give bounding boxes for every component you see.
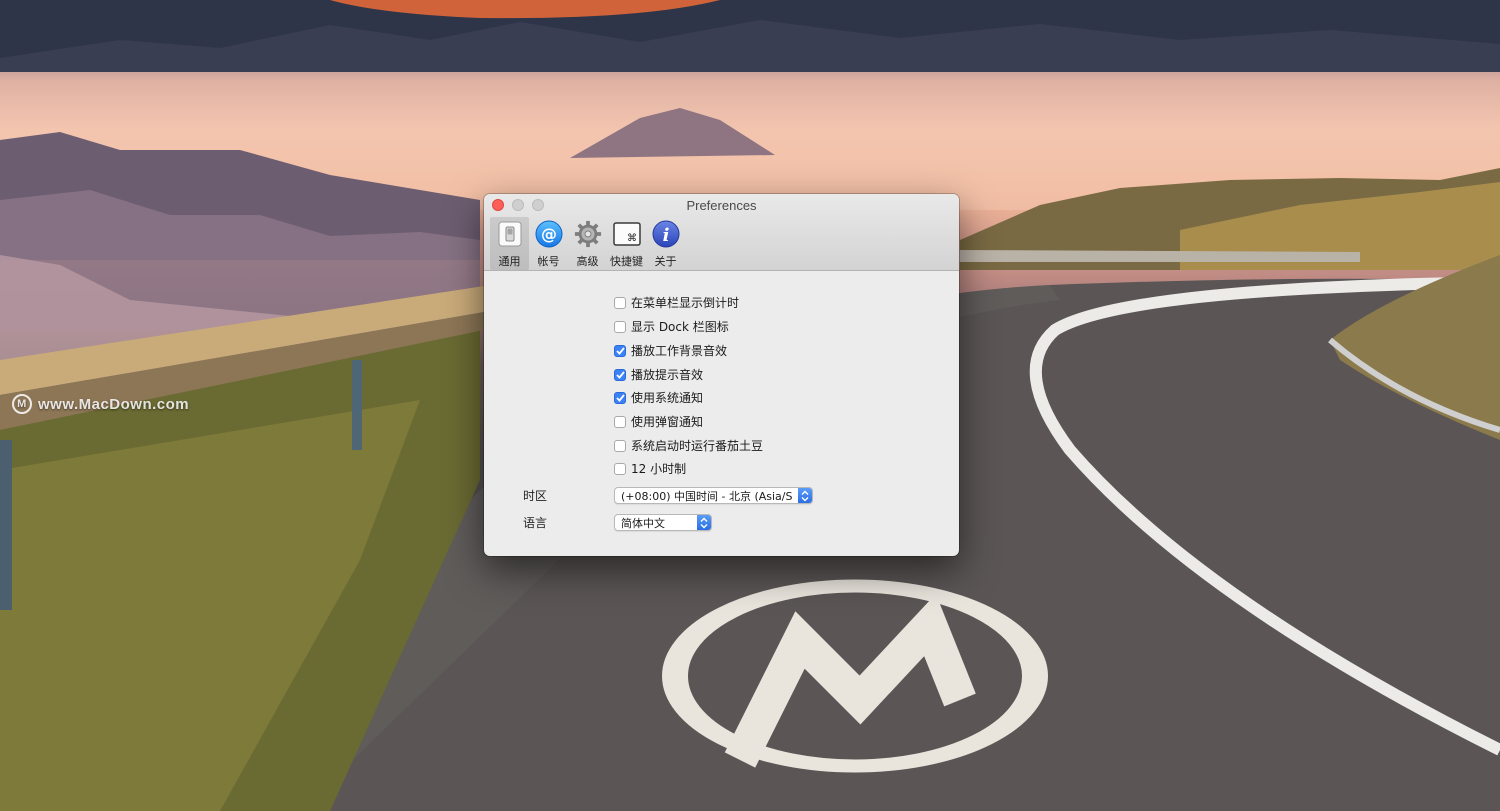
tab-shortcuts-label: 快捷键 <box>610 255 643 268</box>
svg-text:@: @ <box>541 225 557 244</box>
tab-general[interactable]: 通用 <box>490 217 529 270</box>
watermark: M www.MacDown.com <box>12 394 189 414</box>
option-label: 系统启动时运行番茄土豆 <box>631 439 764 453</box>
checkbox-checked[interactable] <box>614 344 626 357</box>
option-play-background-sound[interactable]: 播放工作背景音效 <box>614 342 727 359</box>
option-launch-at-startup[interactable]: 系统启动时运行番茄土豆 <box>614 437 763 454</box>
tab-about[interactable]: i 关于 <box>646 217 685 270</box>
checkbox[interactable] <box>614 320 626 333</box>
option-label: 在菜单栏显示倒计时 <box>631 296 740 310</box>
language-label: 语言 <box>523 516 548 530</box>
updown-arrows-icon <box>798 488 812 503</box>
option-12-hour-clock[interactable]: 12 小时制 <box>614 460 686 477</box>
tab-shortcuts[interactable]: ⌘ 快捷键 <box>607 217 646 270</box>
option-play-alert-sound[interactable]: 播放提示音效 <box>614 366 703 383</box>
checkbox[interactable] <box>614 296 626 309</box>
option-label: 使用系统通知 <box>631 391 704 405</box>
option-show-countdown-in-menubar[interactable]: 在菜单栏显示倒计时 <box>614 294 739 311</box>
at-sign-icon: @ <box>535 220 563 248</box>
option-label: 12 小时制 <box>631 462 687 476</box>
watermark-text: www.MacDown.com <box>38 395 190 413</box>
updown-arrows-icon <box>697 515 711 530</box>
checkbox[interactable] <box>614 415 626 428</box>
tab-about-label: 关于 <box>654 255 677 268</box>
checkbox[interactable] <box>614 462 626 475</box>
option-use-popup-notification[interactable]: 使用弹窗通知 <box>614 413 703 430</box>
desktop-wallpaper: M www.MacDown.com Preferences 通用 @ 帐号 高级… <box>0 0 1500 811</box>
option-label: 播放工作背景音效 <box>631 344 728 358</box>
tab-account-label: 帐号 <box>537 255 560 268</box>
timezone-label: 时区 <box>523 489 548 503</box>
tab-advanced-label: 高级 <box>576 255 599 268</box>
checkbox-checked[interactable] <box>614 368 626 381</box>
preferences-toolbar: 通用 @ 帐号 高级 ⌘ 快捷键 i 关于 <box>490 217 685 270</box>
info-icon: i <box>652 220 680 248</box>
option-label: 播放提示音效 <box>631 368 704 382</box>
checkmark-icon <box>615 346 625 355</box>
window-title: Preferences <box>686 198 757 213</box>
macdown-logo-icon: M <box>12 394 32 414</box>
title-bar[interactable]: Preferences 通用 @ 帐号 高级 ⌘ 快捷键 i 关于 <box>484 194 959 271</box>
option-show-dock-icon[interactable]: 显示 Dock 栏图标 <box>614 318 729 335</box>
option-use-system-notification[interactable]: 使用系统通知 <box>614 389 703 406</box>
checkbox-checked[interactable] <box>614 391 626 404</box>
timezone-select[interactable]: (+08:00) 中国时间 - 北京 (Asia/S <box>614 487 813 504</box>
language-select[interactable]: 简体中文 <box>614 514 712 531</box>
tab-account[interactable]: @ 帐号 <box>529 217 568 270</box>
gear-icon <box>574 220 602 248</box>
tab-general-label: 通用 <box>498 255 521 268</box>
command-key-icon: ⌘ <box>612 220 641 248</box>
svg-text:⌘: ⌘ <box>627 233 637 244</box>
preferences-window: Preferences 通用 @ 帐号 高级 ⌘ 快捷键 i 关于 在菜单栏显示… <box>484 194 959 556</box>
timezone-value: (+08:00) 中国时间 - 北京 (Asia/S <box>621 489 793 503</box>
language-value: 简体中文 <box>621 516 665 530</box>
checkmark-icon <box>615 370 625 379</box>
option-label: 使用弹窗通知 <box>631 415 704 429</box>
option-label: 显示 Dock 栏图标 <box>631 320 729 334</box>
svg-text:i: i <box>662 225 669 246</box>
tab-advanced[interactable]: 高级 <box>568 217 607 270</box>
general-pane: 在菜单栏显示倒计时 显示 Dock 栏图标 播放工作背景音效 播放提示音效 使用… <box>484 271 959 556</box>
checkbox[interactable] <box>614 439 626 452</box>
checkmark-icon <box>615 393 625 402</box>
switch-icon <box>496 220 524 248</box>
